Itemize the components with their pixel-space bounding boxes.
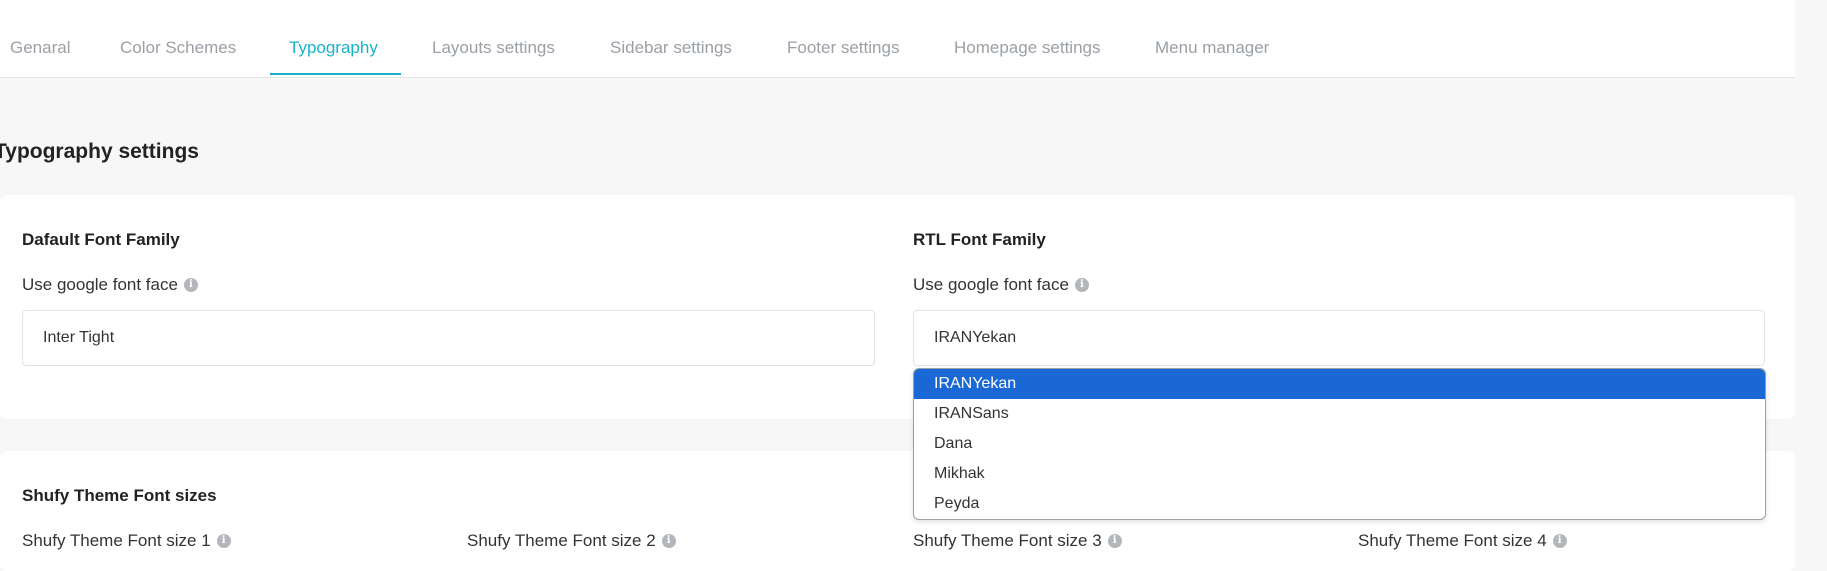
tab-color-schemes[interactable]: Color Schemes [120,38,236,58]
tab-homepage-settings[interactable]: Homepage settings [954,38,1100,58]
active-tab-indicator [270,73,401,75]
dropdown-option-iransans[interactable]: IRANSans [914,399,1765,429]
rtl-font-select-value: IRANYekan [934,329,1017,346]
dropdown-option-dana[interactable]: Dana [914,429,1765,459]
rtl-font-dropdown-list: IRANYekan IRANSans Dana Mikhak Peyda [913,368,1766,520]
tab-menu-manager[interactable]: Menu manager [1155,38,1269,58]
font-size-1-label: Shufy Theme Font size 1 i [22,531,231,551]
tab-footer-settings[interactable]: Footer settings [787,38,899,58]
info-icon[interactable]: i [183,278,198,292]
font-size-3-label-text: Shufy Theme Font size 3 [913,531,1102,550]
rtl-font-subtitle-text: Use google font face [913,275,1069,294]
font-sizes-title: Shufy Theme Font sizes [22,486,217,505]
info-icon[interactable]: i [1074,278,1089,292]
dropdown-option-mikhak[interactable]: Mikhak [914,459,1765,489]
rtl-font-select[interactable]: IRANYekan [913,310,1765,366]
default-font-family-title: Dafault Font Family [22,230,180,249]
settings-tab-bar: Genaral Color Schemes Typography Layouts… [0,0,1795,78]
rtl-font-subtitle: Use google font face i [913,275,1089,295]
default-font-subtitle-text: Use google font face [22,275,178,294]
dropdown-option-iranyekan[interactable]: IRANYekan [914,369,1765,399]
tab-general[interactable]: Genaral [10,38,70,58]
default-font-select[interactable]: Inter Tight [22,310,875,366]
font-size-2-label: Shufy Theme Font size 2 i [467,531,676,551]
font-size-2-label-text: Shufy Theme Font size 2 [467,531,656,550]
font-size-4-label: Shufy Theme Font size 4 i [1358,531,1567,551]
dropdown-option-peyda[interactable]: Peyda [914,489,1765,519]
default-font-select-value: Inter Tight [43,329,115,346]
default-font-subtitle: Use google font face i [22,275,198,295]
font-size-3-label: Shufy Theme Font size 3 i [913,531,1122,551]
font-size-4-label-text: Shufy Theme Font size 4 [1358,531,1547,550]
rtl-font-family-title: RTL Font Family [913,230,1046,249]
font-size-1-label-text: Shufy Theme Font size 1 [22,531,211,550]
page-title: Typography settings [0,140,199,163]
tab-layouts-settings[interactable]: Layouts settings [432,38,555,58]
tab-typography[interactable]: Typography [289,38,378,58]
tab-sidebar-settings[interactable]: Sidebar settings [610,38,732,58]
